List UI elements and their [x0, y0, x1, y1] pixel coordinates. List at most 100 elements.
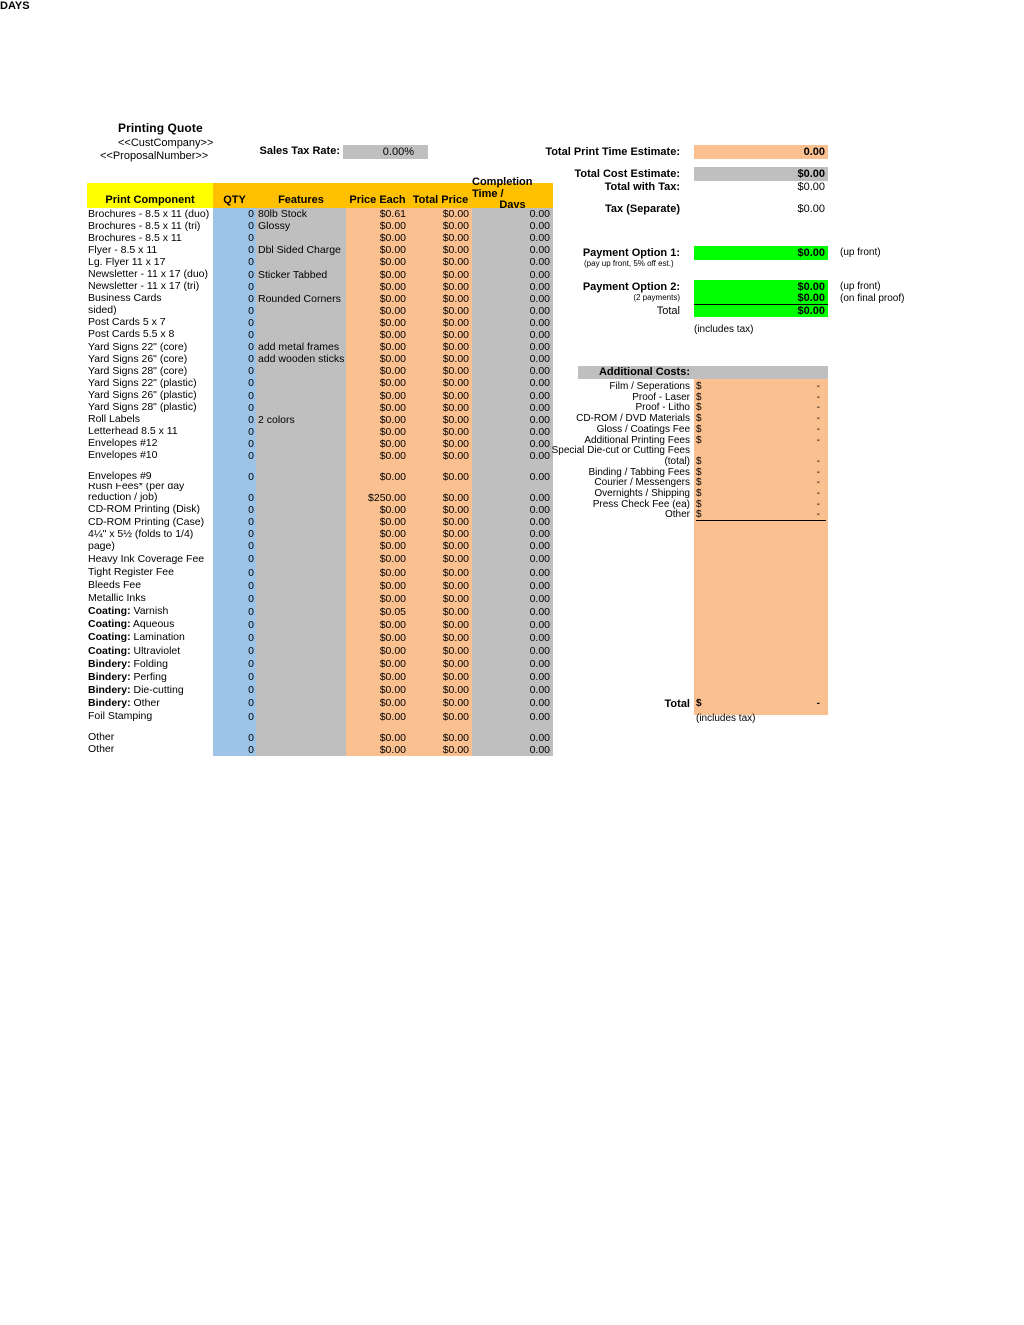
table-row[interactable]: Envelopes #9 0 $0.00 $0.00 0.00	[87, 461, 553, 483]
additional-cost-value[interactable]: $ -	[696, 435, 826, 446]
table-row[interactable]: Coating: Lamination 0 $0.00 $0.00 0.00	[87, 630, 553, 644]
additional-cost-value[interactable]: $ -	[696, 381, 826, 392]
additional-cost-value[interactable]: $ -	[696, 456, 826, 467]
cell-features[interactable]	[256, 670, 346, 684]
payment-option-1-value[interactable]: $0.00	[694, 246, 828, 260]
table-row[interactable]: Other 0 $0.00 $0.00 0.00	[87, 743, 553, 756]
cell-print-component[interactable]: Coating: Varnish	[87, 604, 213, 618]
table-row[interactable]: Rush Fees* (per day reduction / job) 0 $25…	[87, 482, 553, 504]
cell-price-each[interactable]: $0.00	[346, 657, 409, 671]
table-row[interactable]: Heavy Ink Coverage Fee 0 $0.00 $0.00 0.00	[87, 552, 553, 566]
cell-features[interactable]	[256, 540, 346, 553]
cell-features[interactable]	[256, 425, 346, 438]
cell-print-component[interactable]: Coating: Ultraviolet	[87, 644, 213, 658]
cell-qty[interactable]: 0	[213, 316, 256, 329]
table-row[interactable]: Coating: Ultraviolet 0 $0.00 $0.00 0.00	[87, 644, 553, 658]
cell-qty[interactable]: 0	[213, 591, 256, 605]
cell-print-component[interactable]: Bindery: Folding	[87, 657, 213, 671]
cell-print-component[interactable]: Lg. Flyer 11 x 17	[87, 256, 213, 269]
cell-features[interactable]	[256, 377, 346, 390]
sales-tax-input[interactable]: 0.00%	[343, 145, 428, 159]
cell-qty[interactable]: 0	[213, 232, 256, 245]
cell-print-component[interactable]: Brochures - 8.5 x 11	[87, 232, 213, 245]
cell-qty[interactable]: 0	[213, 709, 256, 723]
cell-features[interactable]	[256, 528, 346, 541]
cell-features[interactable]: Rounded Corners	[256, 292, 346, 305]
cell-price-each[interactable]: $0.00	[346, 722, 409, 744]
cell-features[interactable]	[256, 709, 346, 723]
table-row[interactable]: Bindery: Perfing 0 $0.00 $0.00 0.00	[87, 670, 553, 684]
cell-print-component[interactable]: Heavy Ink Coverage Fee	[87, 552, 213, 566]
cell-price-each[interactable]: $0.05	[346, 604, 409, 618]
cell-price-each[interactable]: $0.00	[346, 304, 409, 317]
table-row[interactable]: Yard Signs 26" (core) 0 add wooden sticks $…	[87, 353, 553, 366]
cell-qty[interactable]: 0	[213, 425, 256, 438]
cell-print-component[interactable]: CD-ROM Printing (Case)	[87, 516, 213, 529]
cell-price-each[interactable]: $0.00	[346, 268, 409, 281]
cell-qty[interactable]: 0	[213, 353, 256, 366]
proposal-number-field[interactable]: <<ProposalNumber>>	[100, 150, 213, 162]
table-row[interactable]: Brochures - 8.5 x 11 (tri) 0 Glossy $0.00 $0…	[87, 220, 553, 233]
additional-cost-value[interactable]: $ -	[696, 413, 826, 424]
cell-qty[interactable]: 0	[213, 528, 256, 541]
table-row[interactable]: Business Cards (Dbl-sided)0$0.00$0.000.0…	[87, 304, 553, 317]
table-row[interactable]: Bindery: Other 0 $0.00 $0.00 0.00	[87, 696, 553, 710]
cell-print-component[interactable]: Yard Signs 26" (core)	[87, 353, 213, 366]
cell-print-component[interactable]: Newsletter - 11 x 17 (tri)	[87, 280, 213, 293]
cell-price-each[interactable]: $0.00	[346, 425, 409, 438]
cell-features[interactable]	[256, 722, 346, 744]
cell-qty[interactable]: 0	[213, 461, 256, 483]
cell-print-component[interactable]: CD-ROM Printing (Disk)	[87, 503, 213, 517]
additional-cost-value[interactable]: $ -	[696, 467, 826, 478]
cell-qty[interactable]: 0	[213, 304, 256, 317]
cell-features[interactable]	[256, 461, 346, 483]
table-row[interactable]: Newsletter - 11 x 17 (tri) 0 $0.00 $0.00 0.0…	[87, 280, 553, 293]
cell-features[interactable]	[256, 657, 346, 671]
table-row[interactable]: Coating: Varnish 0 $0.05 $0.00 0.00	[87, 604, 553, 618]
cell-print-component[interactable]: Other	[87, 743, 213, 756]
cell-qty[interactable]: 0	[213, 657, 256, 671]
cell-price-each[interactable]: $0.00	[346, 528, 409, 541]
table-row[interactable]: Brochures - 8.5 x 11 0 $0.00 $0.00 0.00	[87, 232, 553, 245]
cell-price-each[interactable]: $0.00	[346, 617, 409, 631]
cell-price-each[interactable]: $0.00	[346, 709, 409, 723]
table-row[interactable]: Tight Register Fee 0 $0.00 $0.00 0.00	[87, 565, 553, 579]
cell-qty[interactable]: 0	[213, 401, 256, 414]
table-row[interactable]: Foil Stamping 0 $0.00 $0.00 0.00	[87, 709, 553, 723]
cell-price-each[interactable]: $0.61	[346, 208, 409, 221]
cell-features[interactable]: Glossy	[256, 220, 346, 233]
cell-features[interactable]: Sticker Tabbed	[256, 268, 346, 281]
table-row[interactable]: Yard Signs 28" (plastic) 0 $0.00 $0.00 0.00	[87, 401, 553, 414]
table-row[interactable]: Bindery: Folding 0 $0.00 $0.00 0.00	[87, 657, 553, 671]
table-row[interactable]: Newsletter - 11 x 17 (duo) 0 Sticker Tabbe…	[87, 268, 553, 281]
cell-price-each[interactable]: $0.00	[346, 232, 409, 245]
table-row[interactable]: Letterhead 8.5 x 11 0 $0.00 $0.00 0.00	[87, 425, 553, 438]
cell-price-each[interactable]: $0.00	[346, 377, 409, 390]
cell-print-component[interactable]: Bleeds Fee	[87, 578, 213, 592]
cell-qty[interactable]: 0	[213, 244, 256, 257]
cell-features[interactable]	[256, 449, 346, 462]
cell-print-component[interactable]: Rush Fees* (per day reduction / job)	[87, 482, 213, 504]
table-row[interactable]: Yard Signs 22" (core) 0 add metal frames $0…	[87, 341, 553, 354]
cell-qty[interactable]: 0	[213, 449, 256, 462]
cell-price-each[interactable]: $0.00	[346, 591, 409, 605]
cell-price-each[interactable]: $0.00	[346, 743, 409, 756]
cell-features[interactable]	[256, 604, 346, 618]
table-row[interactable]: Yard Signs 28" (core) 0 $0.00 $0.00 0.00	[87, 365, 553, 378]
cell-features[interactable]	[256, 503, 346, 517]
cell-qty[interactable]: 0	[213, 389, 256, 402]
cell-price-each[interactable]: $0.00	[346, 552, 409, 566]
cell-price-each[interactable]: $0.00	[346, 461, 409, 483]
table-row[interactable]: Lg. Flyer 11 x 17 0 $0.00 $0.00 0.00	[87, 256, 553, 269]
cell-print-component[interactable]: Coating: Aqueous	[87, 617, 213, 631]
cell-features[interactable]	[256, 683, 346, 697]
cell-qty[interactable]: 0	[213, 503, 256, 517]
cell-price-each[interactable]: $0.00	[346, 365, 409, 378]
cell-price-each[interactable]: $0.00	[346, 341, 409, 354]
cell-features[interactable]	[256, 232, 346, 245]
cell-features[interactable]	[256, 630, 346, 644]
cell-features[interactable]	[256, 644, 346, 658]
table-row[interactable]: CD-ROM Printing (Case) 0 $0.00 $0.00 0.00	[87, 516, 553, 529]
table-row[interactable]: Envelopes #12 0 $0.00 $0.00 0.00	[87, 437, 553, 450]
cell-features[interactable]	[256, 365, 346, 378]
